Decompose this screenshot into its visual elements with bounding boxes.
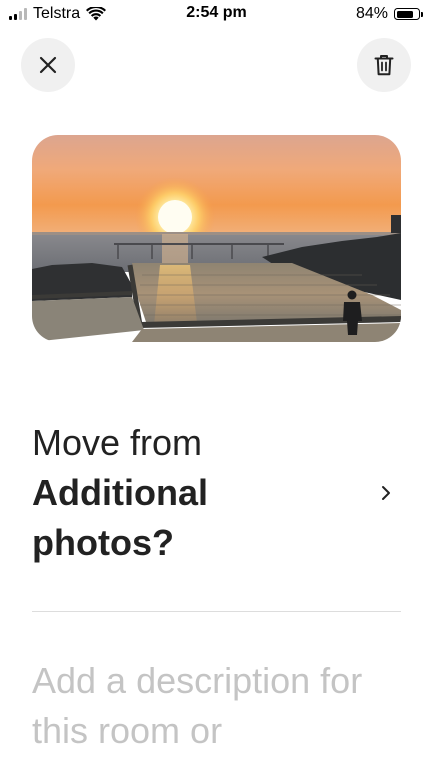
battery-icon [394,8,420,20]
move-line-3: photos? [32,522,174,563]
sunset-ocean-pool-image [32,135,401,342]
move-line-2: Additional [32,472,208,513]
trash-icon [374,55,394,76]
chevron-right-icon [382,486,390,500]
status-right: 84% [356,4,423,24]
move-from-album-row[interactable]: Move from Additional photos? [32,418,401,568]
move-from-text: Move from Additional photos? [32,418,332,568]
battery-tip [421,11,423,17]
delete-button[interactable] [357,38,411,92]
battery-percent: 84% [355,5,388,22]
status-bar: Telstra 2:54 pm 84% [0,0,433,28]
close-icon [39,56,57,74]
room-photo[interactable] [32,135,401,342]
divider [32,611,401,612]
description-input[interactable]: Add a description for this room or [32,656,422,756]
close-button[interactable] [21,38,75,92]
photo-detail-screen: Telstra 2:54 pm 84% Move from Additional… [0,0,433,768]
move-line-1: Move from [32,422,203,463]
battery-fill [396,10,414,18]
